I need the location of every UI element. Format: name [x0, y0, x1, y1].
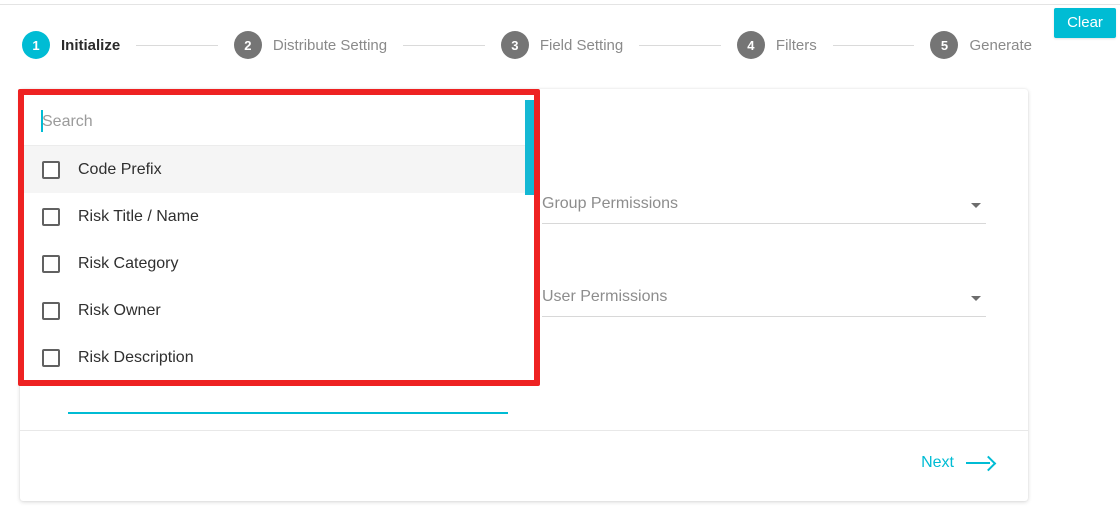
chevron-down-icon[interactable]: [971, 203, 981, 208]
step-connector-4: [832, 44, 915, 46]
step-number-3: 3: [500, 31, 529, 59]
card-footer: Next: [20, 431, 1028, 501]
field-focus-underline: [68, 412, 508, 414]
step-filters[interactable]: 4 Filters: [736, 31, 817, 59]
clear-button[interactable]: Clear: [1054, 8, 1116, 38]
arrow-right-icon: [966, 457, 994, 469]
screen-root: Clear 1 Initialize 2 Distribute Setting …: [0, 0, 1120, 514]
step-connector-3: [639, 44, 721, 46]
chevron-down-icon[interactable]: [971, 296, 981, 301]
dropdown-search-row: [24, 95, 534, 146]
group-permissions-underline: [542, 223, 986, 224]
list-item[interactable]: Risk Description: [24, 334, 534, 380]
step-number-2: 2: [233, 31, 262, 59]
list-item-label: Code Prefix: [78, 160, 162, 178]
dropdown-option-list: Code Prefix Risk Title / Name Risk Categ…: [24, 146, 534, 380]
group-permissions-label: Group Permissions: [542, 195, 679, 212]
list-item-label: Risk Category: [78, 254, 179, 272]
dropdown-scrollbar-thumb[interactable]: [525, 100, 534, 195]
list-item-label: Risk Owner: [78, 301, 161, 319]
user-permissions-label: User Permissions: [542, 288, 668, 305]
step-label-2: Distribute Setting: [272, 36, 388, 54]
checkbox-icon[interactable]: [42, 301, 60, 320]
step-initialize[interactable]: 1 Initialize: [22, 31, 120, 59]
step-label-5: Generate: [969, 36, 1033, 54]
list-item[interactable]: Code Prefix: [24, 146, 534, 193]
search-input[interactable]: [42, 110, 502, 134]
field-multiselect-dropdown: Code Prefix Risk Title / Name Risk Categ…: [18, 89, 540, 386]
step-label-1: Initialize: [61, 36, 121, 54]
checkbox-icon[interactable]: [42, 348, 60, 367]
step-distribute-setting[interactable]: 2 Distribute Setting: [233, 31, 388, 59]
step-label-4: Filters: [775, 36, 817, 54]
user-permissions-underline: [542, 316, 986, 317]
step-number-4: 4: [736, 31, 765, 59]
dropdown-scrollbar[interactable]: [525, 95, 534, 380]
step-generate[interactable]: 5 Generate: [930, 31, 1032, 59]
step-label-3: Field Setting: [539, 36, 624, 54]
header-divider: [0, 4, 1120, 5]
list-item-label: Risk Title / Name: [78, 207, 199, 225]
step-connector-1: [136, 44, 218, 46]
list-item[interactable]: Risk Title / Name: [24, 193, 534, 240]
wizard-stepper: 1 Initialize 2 Distribute Setting 3 Fiel…: [22, 31, 1032, 59]
user-permissions-field[interactable]: User Permissions: [542, 273, 986, 317]
list-item[interactable]: Risk Category: [24, 240, 534, 287]
checkbox-icon[interactable]: [42, 254, 60, 273]
step-connector-2: [403, 44, 485, 46]
step-number-1: 1: [22, 31, 50, 59]
step-field-setting[interactable]: 3 Field Setting: [500, 31, 624, 59]
dropdown-panel: Code Prefix Risk Title / Name Risk Categ…: [24, 95, 534, 380]
step-number-5: 5: [930, 31, 959, 59]
list-item-label: Risk Description: [78, 348, 194, 366]
next-button-label: Next: [921, 454, 954, 471]
checkbox-icon[interactable]: [42, 207, 60, 226]
group-permissions-field[interactable]: Group Permissions: [542, 180, 986, 224]
list-item[interactable]: Risk Owner: [24, 287, 534, 334]
next-button[interactable]: Next: [915, 445, 1000, 481]
checkbox-icon[interactable]: [42, 160, 60, 179]
